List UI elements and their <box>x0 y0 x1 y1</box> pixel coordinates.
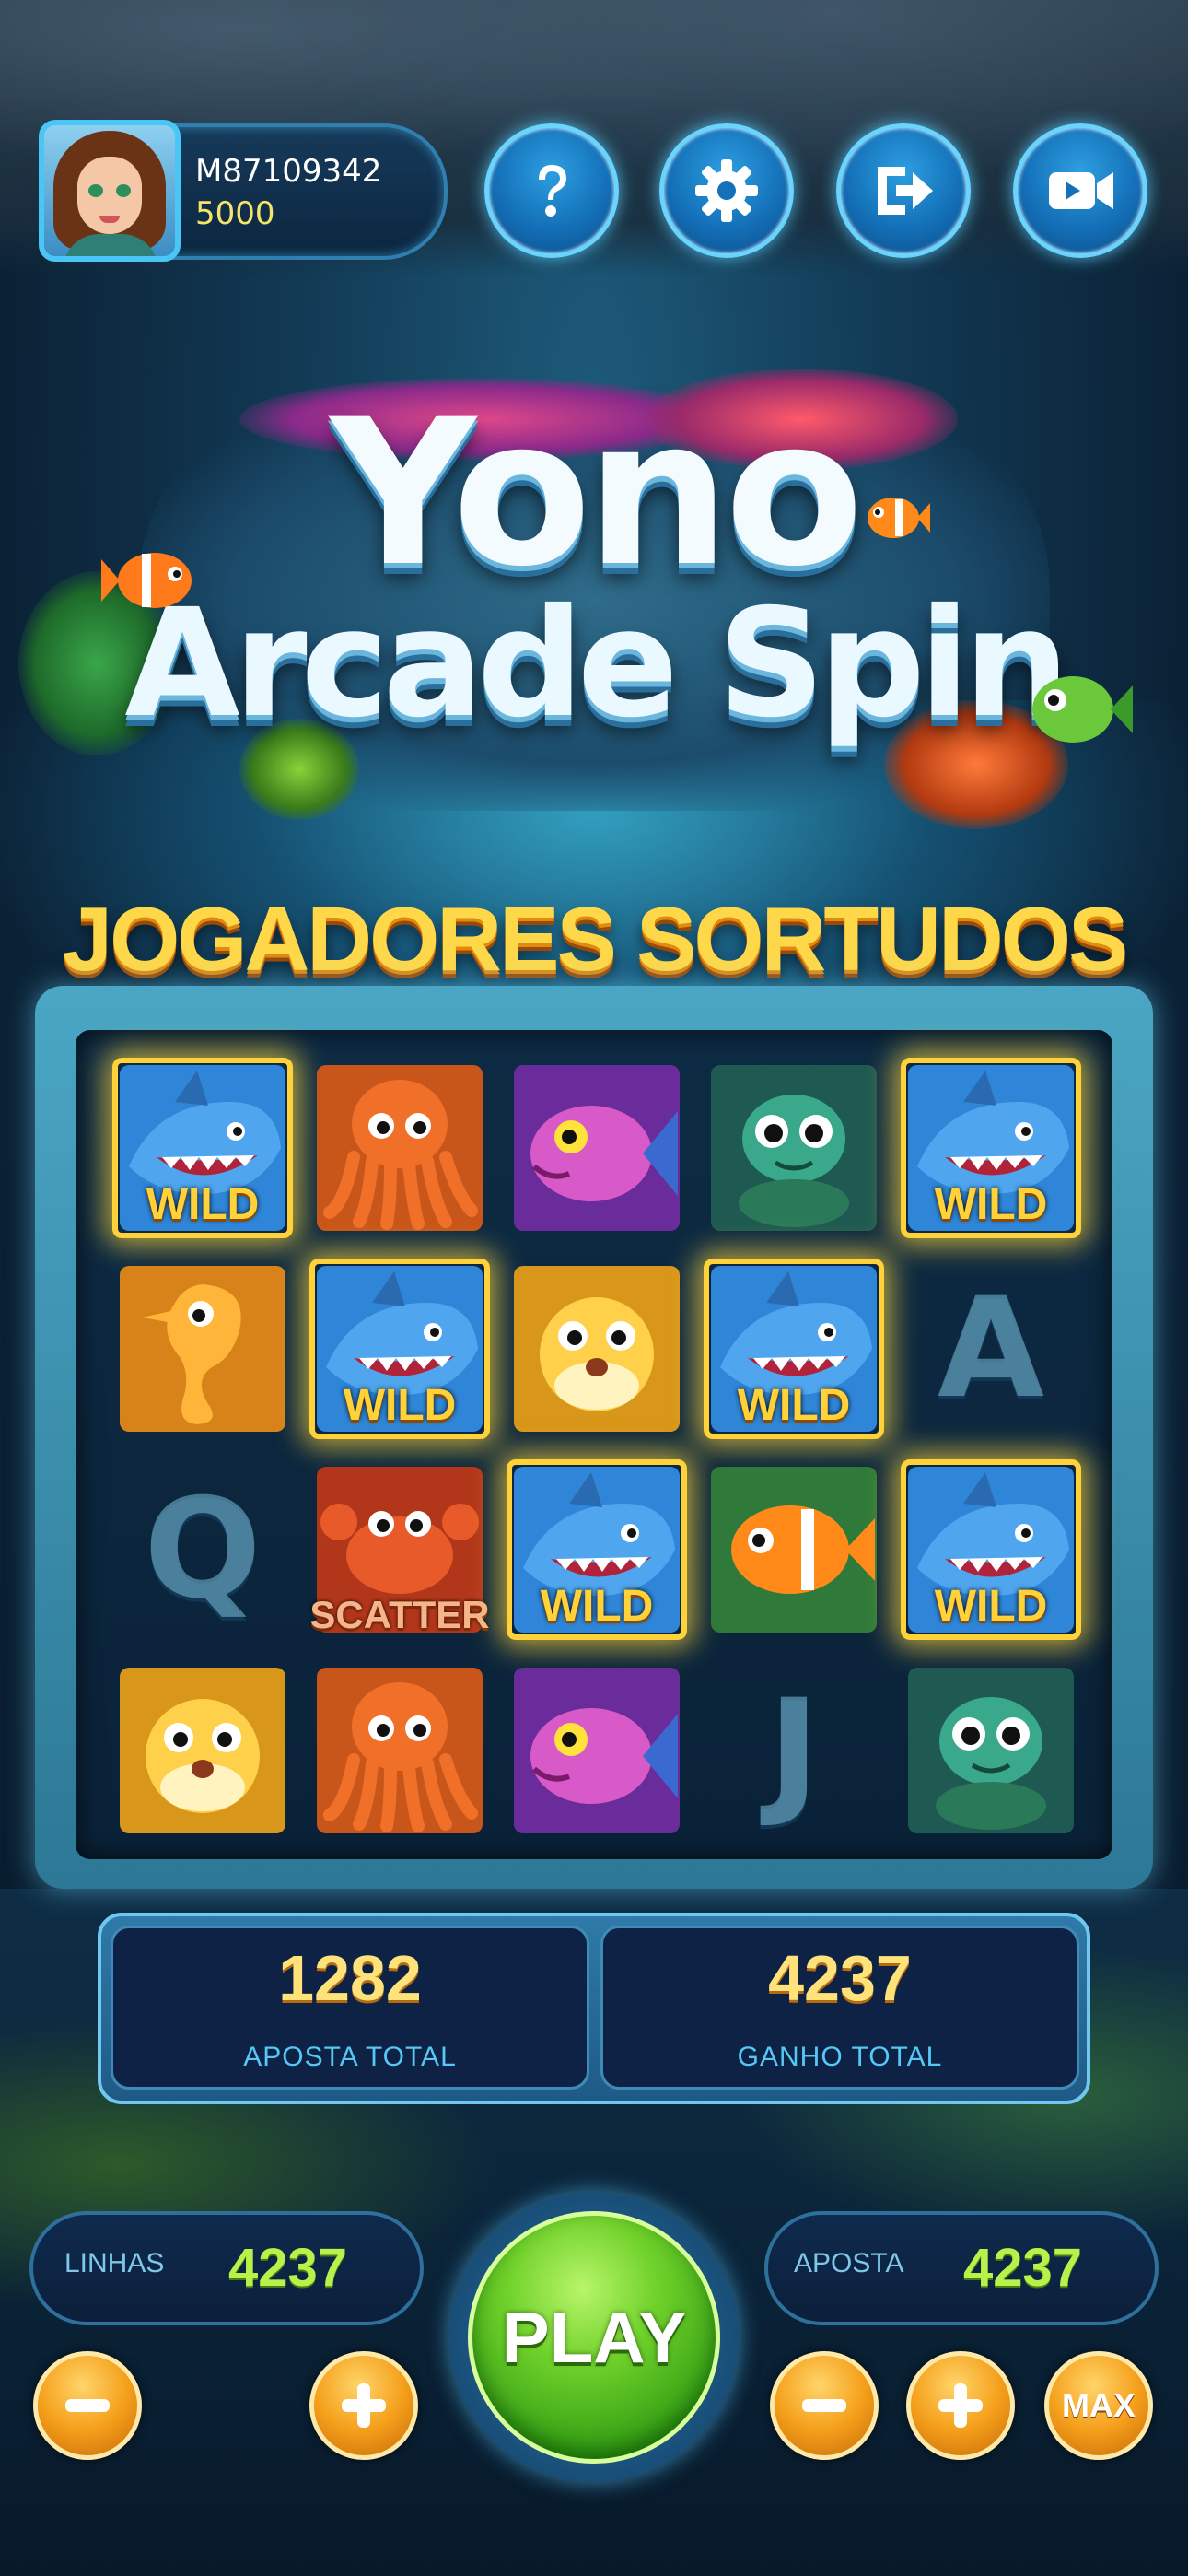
plus-icon <box>938 2383 983 2428</box>
reel-cell-wild: WILD <box>507 1459 687 1640</box>
bet-decrease-button[interactable] <box>770 2351 879 2460</box>
minus-icon <box>65 2399 110 2412</box>
turtle-icon <box>711 1065 877 1231</box>
lines-label: LINHAS <box>64 2248 165 2278</box>
card-letter-q: Q <box>144 1469 262 1630</box>
wild-label: WILD <box>934 1582 1048 1631</box>
octopus-icon <box>317 1065 483 1231</box>
reel-cell-wild: WILD <box>309 1259 490 1439</box>
lines-increase-button[interactable] <box>309 2351 418 2460</box>
seahorse-icon <box>120 1266 285 1432</box>
reel-cell <box>507 1058 687 1238</box>
turtle-icon <box>908 1668 1074 1833</box>
wild-label: WILD <box>737 1381 851 1430</box>
reel-cell <box>112 1259 293 1439</box>
wild-label: WILD <box>343 1381 457 1430</box>
player-id: M87109342 <box>195 153 382 190</box>
total-bet-value: 1282 <box>278 1942 422 2014</box>
settings-button[interactable] <box>659 123 794 258</box>
exit-button[interactable] <box>836 123 971 258</box>
reel-cell <box>507 1259 687 1439</box>
lines-decrease-button[interactable] <box>33 2351 142 2460</box>
bet-value: 4237 <box>963 2238 1083 2298</box>
reel-cell <box>704 1459 884 1640</box>
max-label: MAX <box>1062 2386 1136 2424</box>
play-button[interactable]: PLAY <box>468 2211 720 2464</box>
card-letter-a: A <box>937 1269 1045 1429</box>
lines-value: 4237 <box>228 2238 348 2298</box>
clownfish-icon <box>101 553 192 608</box>
purple-fish-icon <box>514 1065 680 1231</box>
pufferfish-icon <box>514 1266 680 1432</box>
wild-label: WILD <box>540 1582 654 1631</box>
help-icon <box>539 165 566 217</box>
reel-cell <box>901 1660 1081 1841</box>
reel-cell-wild: WILD <box>112 1058 293 1238</box>
total-win-value: 4237 <box>768 1942 912 2014</box>
scatter-label: SCATTER <box>309 1593 490 1636</box>
help-button[interactable] <box>484 123 619 258</box>
minus-icon <box>802 2399 846 2412</box>
green-fish-icon <box>1032 676 1133 743</box>
wild-label: WILD <box>934 1180 1048 1229</box>
plus-icon <box>342 2383 386 2428</box>
play-label: PLAY <box>501 2296 687 2378</box>
reel-cell-wild: WILD <box>704 1259 884 1439</box>
wild-label: WILD <box>146 1180 260 1229</box>
pufferfish-icon <box>120 1668 285 1833</box>
gear-icon <box>695 159 758 222</box>
reel-cell <box>309 1058 490 1238</box>
player-avatar[interactable] <box>39 120 181 262</box>
exit-icon <box>878 167 933 215</box>
reel-cell <box>507 1660 687 1841</box>
card-letter-j: J <box>768 1670 820 1831</box>
reel-cell: J <box>704 1660 884 1841</box>
total-win-label: GANHO TOTAL <box>737 2042 943 2072</box>
video-button[interactable] <box>1013 123 1147 258</box>
reel-cell: Q <box>112 1459 293 1640</box>
reel-cell <box>112 1660 293 1841</box>
clownfish-icon <box>711 1467 877 1633</box>
lucky-players-banner: JOGADORES SORTUDOS <box>62 888 1129 989</box>
octopus-icon <box>317 1668 483 1833</box>
clownfish-icon <box>868 498 930 538</box>
reel-cell: A <box>901 1259 1081 1439</box>
max-bet-button[interactable]: MAX <box>1044 2351 1153 2460</box>
reel-cell <box>309 1660 490 1841</box>
reel-cell-wild: WILD <box>901 1459 1081 1640</box>
player-coin-balance: 5000 <box>195 195 275 232</box>
reel-cell <box>704 1058 884 1238</box>
reel-cell-scatter: SCATTER <box>309 1459 490 1640</box>
purple-fish-icon <box>514 1668 680 1833</box>
video-icon <box>1049 172 1113 209</box>
bet-label: APOSTA <box>794 2248 904 2278</box>
reel-cell-wild: WILD <box>901 1058 1081 1238</box>
total-bet-label: APOSTA TOTAL <box>243 2042 457 2072</box>
bet-increase-button[interactable] <box>906 2351 1015 2460</box>
